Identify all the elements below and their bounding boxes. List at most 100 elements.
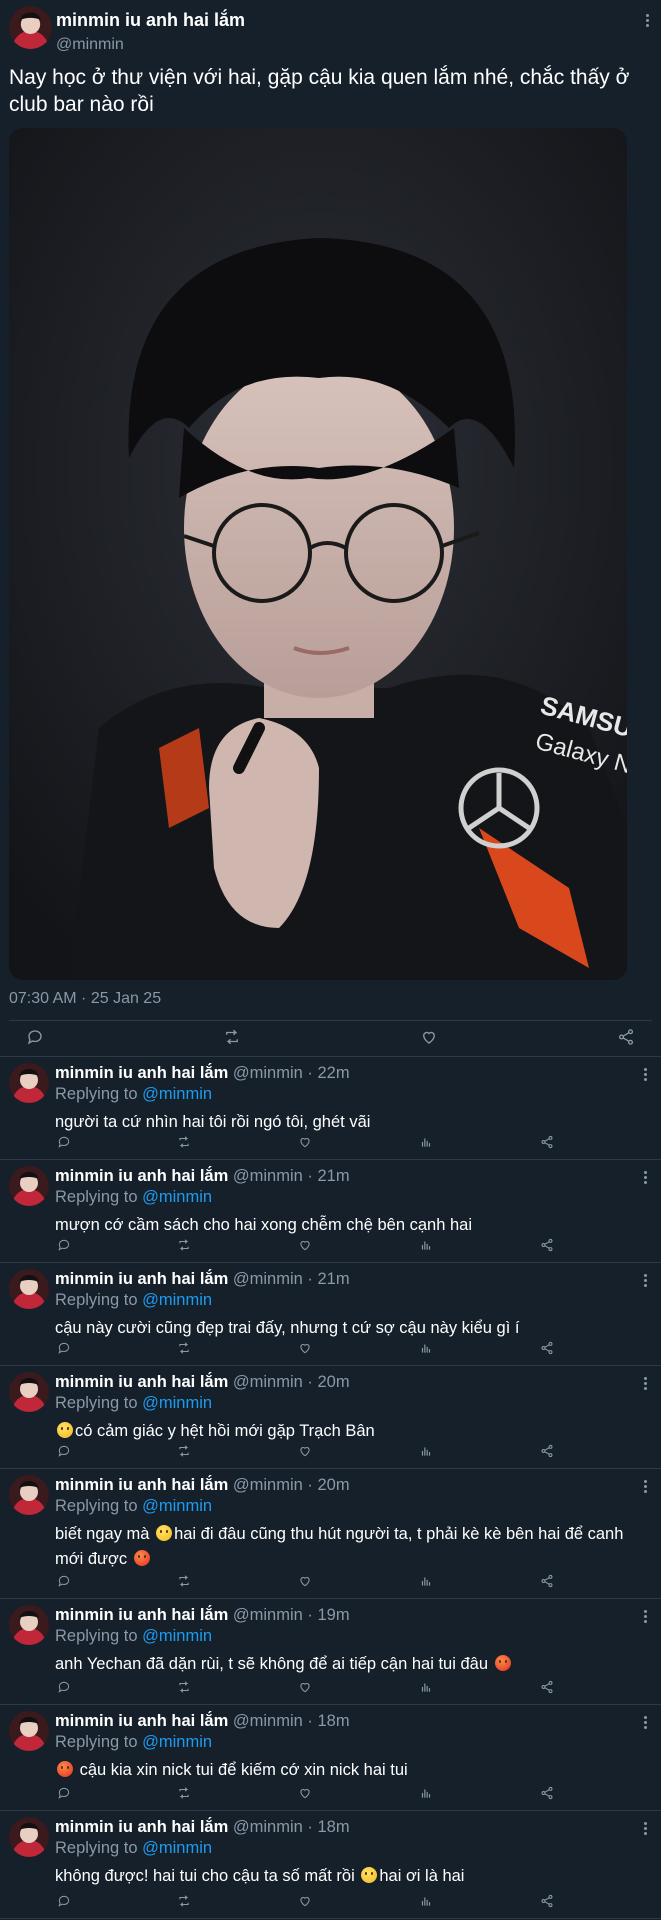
avatar[interactable] — [9, 1711, 49, 1751]
stats-icon[interactable] — [417, 1572, 435, 1590]
share-icon[interactable] — [538, 1892, 556, 1910]
more-options-icon[interactable] — [644, 1610, 647, 1623]
share-icon[interactable] — [538, 1236, 556, 1254]
author-meta[interactable]: @minmin · 22m — [233, 1064, 350, 1082]
author-name[interactable]: minmin iu anh hai lắm — [55, 1270, 228, 1288]
retweet-icon[interactable] — [175, 1678, 193, 1696]
author-meta[interactable]: @minmin · 18m — [233, 1818, 350, 1836]
stats-icon[interactable] — [417, 1236, 435, 1254]
more-options-icon[interactable] — [644, 1480, 647, 1493]
author-handle[interactable]: @minmin — [56, 36, 124, 54]
stats-icon[interactable] — [417, 1678, 435, 1696]
share-icon[interactable] — [538, 1442, 556, 1460]
reply-icon[interactable] — [55, 1784, 73, 1802]
reply-tweet[interactable]: minmin iu anh hai lắm @minmin · 20m Repl… — [0, 1470, 661, 1600]
more-options-icon[interactable] — [646, 14, 649, 27]
retweet-icon[interactable] — [175, 1784, 193, 1802]
avatar[interactable] — [9, 1605, 49, 1645]
reply-icon[interactable] — [55, 1236, 73, 1254]
more-options-icon[interactable] — [644, 1171, 647, 1184]
author-meta[interactable]: @minmin · 20m — [233, 1373, 350, 1391]
retweet-icon[interactable] — [175, 1442, 193, 1460]
avatar[interactable] — [9, 6, 52, 49]
retweet-icon[interactable] — [219, 1024, 245, 1050]
retweet-icon[interactable] — [175, 1133, 193, 1151]
share-icon[interactable] — [538, 1572, 556, 1590]
author-meta[interactable]: @minmin · 20m — [233, 1476, 350, 1494]
like-icon[interactable] — [296, 1784, 314, 1802]
mention-link[interactable]: @minmin — [142, 1497, 212, 1515]
author-meta[interactable]: @minmin · 19m — [233, 1606, 350, 1624]
retweet-icon[interactable] — [175, 1572, 193, 1590]
reply-icon[interactable] — [55, 1442, 73, 1460]
reply-icon[interactable] — [55, 1678, 73, 1696]
reply-tweet[interactable]: minmin iu anh hai lắm @minmin · 21m Repl… — [0, 1264, 661, 1367]
share-icon[interactable] — [538, 1339, 556, 1357]
stats-icon[interactable] — [417, 1784, 435, 1802]
author-meta[interactable]: @minmin · 18m — [233, 1712, 350, 1730]
share-icon[interactable] — [538, 1133, 556, 1151]
more-options-icon[interactable] — [644, 1068, 647, 1081]
retweet-icon[interactable] — [175, 1236, 193, 1254]
reply-icon[interactable] — [22, 1024, 48, 1050]
avatar[interactable] — [9, 1166, 49, 1206]
retweet-icon[interactable] — [175, 1339, 193, 1357]
author-name[interactable]: minmin iu anh hai lắm — [55, 1373, 228, 1391]
mention-link[interactable]: @minmin — [142, 1839, 212, 1857]
more-options-icon[interactable] — [644, 1822, 647, 1835]
avatar[interactable] — [9, 1063, 49, 1103]
tweet-timestamp[interactable]: 07:30 AM · 25 Jan 25 — [9, 990, 161, 1008]
mention-link[interactable]: @minmin — [142, 1627, 212, 1645]
like-icon[interactable] — [296, 1236, 314, 1254]
mention-link[interactable]: @minmin — [142, 1085, 212, 1103]
text-part: có cảm giác y hệt hồi mới gặp Trạch Bân — [75, 1422, 375, 1440]
mention-link[interactable]: @minmin — [142, 1188, 212, 1206]
author-name[interactable]: minmin iu anh hai lắm — [55, 1064, 228, 1082]
stats-icon[interactable] — [417, 1133, 435, 1151]
reply-icon[interactable] — [55, 1339, 73, 1357]
reply-tweet[interactable]: minmin iu anh hai lắm @minmin · 21m Repl… — [0, 1161, 661, 1264]
mention-link[interactable]: @minmin — [142, 1291, 212, 1309]
author-name[interactable]: minmin iu anh hai lắm — [55, 1818, 228, 1836]
avatar[interactable] — [9, 1475, 49, 1515]
author-meta[interactable]: @minmin · 21m — [233, 1167, 350, 1185]
avatar[interactable] — [9, 1269, 49, 1309]
reply-tweet[interactable]: minmin iu anh hai lắm @minmin · 20m Repl… — [0, 1367, 661, 1470]
text-part: cậu kia xin nick tui để kiếm cớ xin nick… — [75, 1761, 408, 1779]
author-meta[interactable]: @minmin · 21m — [233, 1270, 350, 1288]
like-icon[interactable] — [296, 1133, 314, 1151]
avatar[interactable] — [9, 1817, 49, 1857]
share-icon[interactable] — [613, 1024, 639, 1050]
author-name[interactable]: minmin iu anh hai lắm — [55, 1712, 228, 1730]
like-icon[interactable] — [296, 1339, 314, 1357]
stats-icon[interactable] — [417, 1892, 435, 1910]
reply-icon[interactable] — [55, 1572, 73, 1590]
more-options-icon[interactable] — [644, 1716, 647, 1729]
reply-icon[interactable] — [55, 1133, 73, 1151]
author-name[interactable]: minmin iu anh hai lắm — [55, 1606, 228, 1624]
mention-link[interactable]: @minmin — [142, 1394, 212, 1412]
reply-tweet[interactable]: minmin iu anh hai lắm @minmin · 18m Repl… — [0, 1706, 661, 1812]
like-icon[interactable] — [296, 1572, 314, 1590]
stats-icon[interactable] — [417, 1442, 435, 1460]
author-name[interactable]: minmin iu anh hai lắm — [55, 1167, 228, 1185]
reply-tweet[interactable]: minmin iu anh hai lắm @minmin · 18m Repl… — [0, 1812, 661, 1920]
author-name[interactable]: minmin iu anh hai lắm — [56, 10, 245, 31]
tweet-photo[interactable]: SAMSUNG Galaxy Neo — [9, 128, 627, 980]
share-icon[interactable] — [538, 1784, 556, 1802]
reply-icon[interactable] — [55, 1892, 73, 1910]
like-icon[interactable] — [296, 1892, 314, 1910]
share-icon[interactable] — [538, 1678, 556, 1696]
mention-link[interactable]: @minmin — [142, 1733, 212, 1751]
avatar[interactable] — [9, 1372, 49, 1412]
like-icon[interactable] — [296, 1442, 314, 1460]
stats-icon[interactable] — [417, 1339, 435, 1357]
more-options-icon[interactable] — [644, 1274, 647, 1287]
author-name[interactable]: minmin iu anh hai lắm — [55, 1476, 228, 1494]
retweet-icon[interactable] — [175, 1892, 193, 1910]
reply-tweet[interactable]: minmin iu anh hai lắm @minmin · 19m Repl… — [0, 1600, 661, 1706]
like-icon[interactable] — [416, 1024, 442, 1050]
more-options-icon[interactable] — [644, 1377, 647, 1390]
like-icon[interactable] — [296, 1678, 314, 1696]
reply-tweet[interactable]: minmin iu anh hai lắm @minmin · 22m Repl… — [0, 1058, 661, 1161]
